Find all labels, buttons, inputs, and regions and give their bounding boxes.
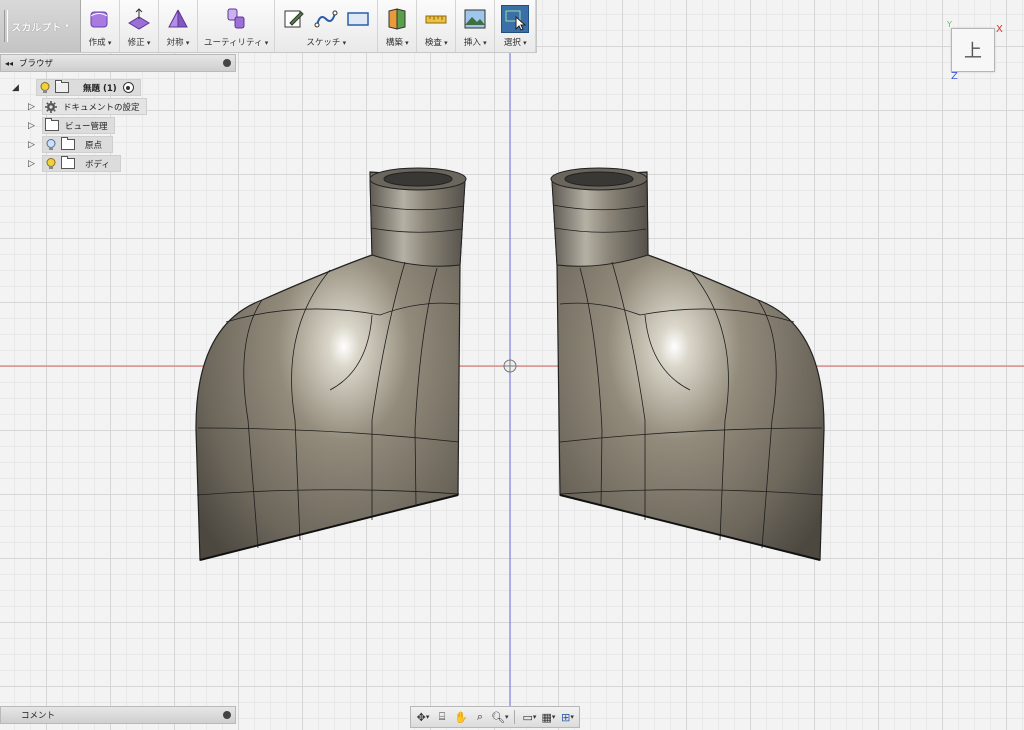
select-menu[interactable]: 選択 (495, 0, 537, 52)
tree-item-view-management[interactable]: ▷ ビュー管理 (0, 116, 236, 135)
viewports-icon[interactable]: ⊞ ▾ (558, 709, 576, 725)
utility-label: ユーティリティ (204, 36, 268, 48)
sketch-menu[interactable]: スケッチ (275, 0, 379, 52)
rectangle-icon (345, 6, 371, 32)
zoom-icon[interactable]: ⌕ (471, 709, 489, 725)
expand-right-icon[interactable]: ▷ (28, 102, 38, 112)
spline-icon (313, 6, 339, 32)
tree-item-bodies[interactable]: ▷ ボディ (0, 154, 236, 173)
measure-icon (423, 6, 449, 32)
utility-icon (223, 6, 249, 32)
document-settings-pill: ドキュメントの設定 (42, 98, 147, 115)
bodies-label: ボディ (85, 159, 110, 170)
insert-label: 挿入 (464, 36, 487, 48)
tree-item-document-settings[interactable]: ▷ ドキュメントの設定 (0, 97, 236, 116)
symmetry-menu[interactable]: 対称 (159, 0, 198, 52)
modify-label: 修正 (128, 36, 151, 48)
expand-right-icon[interactable]: ▷ (28, 140, 38, 150)
viewcube[interactable]: 上 (951, 28, 995, 72)
expand-down-icon[interactable]: ◢ (12, 83, 22, 93)
browser-title: ブラウザ (19, 59, 54, 69)
lightbulb-icon[interactable] (45, 157, 57, 170)
create-label: 作成 (89, 36, 112, 48)
comments-title: コメント (21, 711, 56, 721)
insert-menu[interactable]: 挿入 (456, 0, 496, 52)
browser-header[interactable]: ◂◂ ブラウザ (0, 54, 236, 72)
modify-menu[interactable]: 修正 (120, 0, 159, 52)
sketch-label: スケッチ (306, 36, 346, 48)
gear-icon (45, 100, 57, 113)
body-left (195, 167, 467, 561)
pin-icon[interactable] (223, 59, 231, 67)
origin-pill: 原点 (42, 136, 114, 153)
root-node[interactable]: 無題 (1) (36, 79, 141, 96)
symmetry-icon (165, 6, 191, 32)
inspect-label: 検査 (425, 36, 448, 48)
construct-plane-icon (384, 6, 410, 32)
select-cursor-icon (501, 5, 530, 33)
orbit-icon[interactable]: ✥ ▾ (414, 709, 432, 725)
insert-image-icon (462, 6, 488, 32)
navigation-bar: ✥ ▾ ⌸ ✋ ⌕ 🔍︎ ▾ ▭ ▾ ▦ ▾ ⊞ ▾ (410, 706, 581, 728)
axis-z-label: Z (951, 71, 958, 82)
fit-icon[interactable]: 🔍︎ ▾ (490, 709, 509, 725)
folder-icon (61, 156, 75, 169)
viewcube-face-label: 上 (964, 41, 982, 62)
comments-panel: コメント (0, 706, 236, 724)
toolbar-grip (4, 10, 8, 42)
lightbulb-icon[interactable] (39, 81, 51, 94)
collapse-icon[interactable]: ◂◂ (5, 59, 13, 68)
symmetry-label: 対称 (167, 36, 190, 48)
root-label: 無題 (1) (83, 83, 117, 94)
display-settings-icon[interactable]: ▭ ▾ (520, 709, 538, 725)
tree-item-origin[interactable]: ▷ 原点 (0, 135, 236, 154)
edit-form-icon (126, 6, 152, 32)
document-settings-label: ドキュメントの設定 (63, 102, 140, 113)
comments-header[interactable]: コメント (0, 706, 236, 724)
inspect-menu[interactable]: 検査 (417, 0, 457, 52)
document-icon (55, 80, 69, 93)
browser-tree: ◢ 無題 (1) ▷ ドキュメントの設定 ▷ ビュー管理 ▷ 原点 ▷ ボディ (0, 78, 236, 173)
body-right (550, 167, 825, 561)
nav-divider (514, 710, 516, 724)
add-comment-icon[interactable] (223, 711, 231, 719)
create-menu[interactable]: 作成 (81, 0, 120, 52)
expand-right-icon[interactable]: ▷ (28, 121, 38, 131)
axis-x-label: X (996, 24, 1003, 35)
folder-icon (45, 118, 59, 131)
workspace-switcher[interactable]: スカルプト ▾ (0, 0, 81, 52)
view-management-label: ビュー管理 (65, 121, 108, 132)
pan-icon[interactable]: ✋ (452, 709, 470, 725)
utility-menu[interactable]: ユーティリティ (198, 0, 276, 52)
activate-radio-icon[interactable] (122, 82, 134, 93)
browser-panel: ◂◂ ブラウザ ◢ 無題 (1) ▷ ドキュメントの設定 ▷ ビュー管理 ▷ 原… (0, 54, 236, 173)
create-box-icon (87, 6, 113, 32)
origin-label: 原点 (85, 140, 103, 151)
folder-icon (61, 137, 75, 150)
bodies-pill: ボディ (42, 155, 121, 172)
grid-settings-icon[interactable]: ▦ ▾ (539, 709, 557, 725)
construct-menu[interactable]: 構築 (378, 0, 418, 52)
lightbulb-off-icon[interactable] (45, 138, 57, 151)
select-label: 選択 (504, 36, 527, 48)
toolbar: スカルプト▾ 作成 修正 対称 ユーティリティ (0, 0, 538, 53)
tree-root[interactable]: ◢ 無題 (1) (0, 78, 236, 97)
create-sketch-icon (281, 6, 307, 32)
expand-right-icon[interactable]: ▷ (28, 159, 38, 169)
construct-label: 構築 (386, 36, 409, 48)
look-at-icon[interactable]: ⌸ (433, 709, 451, 725)
view-management-pill: ビュー管理 (42, 117, 115, 134)
workspace-label: スカルプト (11, 22, 62, 34)
